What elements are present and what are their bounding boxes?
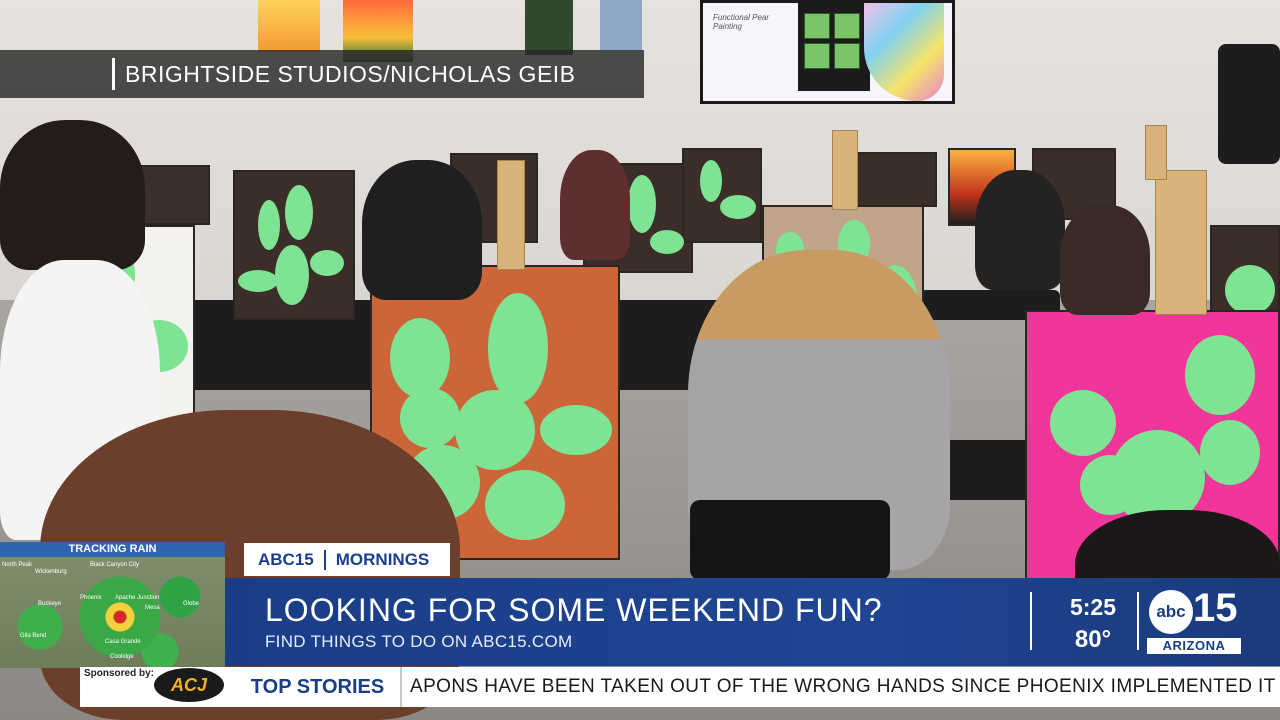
cactus-pad [238,270,278,292]
radar-city: Casa Grande [105,639,141,645]
station-name: ABC15 [258,549,314,569]
canvas [855,152,937,207]
person-painter [362,160,482,300]
show-tab: ABC15 MORNINGS [244,543,450,576]
wall-painting-sailboat [258,0,320,52]
station-logo: abc 15 ARIZONA [1147,586,1241,654]
photo-credit-bar: BRIGHTSIDE STUDIOS/NICHOLAS GEIB [0,50,644,98]
subheadline: FIND THINGS TO DO ON ABC15.COM [265,632,573,651]
easel [1145,125,1167,180]
ticker-crawl-text: APONS HAVE BEEN TAKEN OUT OF THE WRONG H… [410,676,1276,697]
sponsor-label: Sponsored by: [84,668,155,679]
presentation-screen: Functional Pear Painting [700,0,955,104]
wall-painting-blue [600,0,642,50]
lower-third: LOOKING FOR SOME WEEKEND FUN? FIND THING… [225,578,1280,666]
cactus-pad [650,230,684,254]
photo-credit: BRIGHTSIDE STUDIOS/NICHOLAS GEIB [125,60,576,87]
person-painter [1060,205,1150,315]
canvas [682,148,762,243]
radar-city: Coolidge [110,654,134,660]
chair [690,500,890,580]
person-painter [560,150,630,260]
easel [832,130,858,210]
sponsor-logo: ACJ [154,668,224,702]
cactus-pad [1200,420,1260,485]
weather-radar-panel: TRACKING RAIN North Peak Black Canyon Ci… [0,542,225,668]
ticker-section-label: TOP STORIES [250,676,385,698]
radar-city: Globe [183,601,200,607]
ticker-divider [400,667,402,707]
cactus-pad [400,388,460,448]
cactus-pad [285,185,313,240]
credit-divider [112,58,115,90]
radar-city: Gila Bend [20,633,47,639]
screen-artwork [798,3,870,91]
news-ticker: Sponsored by: ACJ TOP STORIES APONS HAVE… [80,667,1280,707]
cactus-pad [1225,265,1275,315]
cactus-pad [720,195,756,219]
clock-time: 5:25 [1069,594,1117,620]
cactus-pad [258,200,280,250]
radar-title: TRACKING RAIN [0,542,225,557]
cactus-pad [485,470,565,540]
cactus-pad [488,293,548,403]
cactus-pad [390,318,450,398]
radar-city: Black Canyon City [90,562,140,568]
cactus-pad [540,405,612,455]
brand-divider [323,549,326,570]
radar-city: Mesa [145,605,160,611]
divider [1137,592,1139,650]
logo-state: ARIZONA [1147,638,1241,654]
cactus-pad [628,175,656,233]
screen-caption: Functional Pear Painting [713,13,770,31]
abc-logo-icon: abc [1149,590,1193,634]
cactus-pad [1050,390,1116,456]
person-painter [975,170,1065,290]
cactus-pad [1080,455,1140,515]
radar-city: Phoenix [80,595,102,601]
show-name: MORNINGS [335,549,430,569]
cactus-pad [310,250,344,276]
divider [1030,592,1032,650]
headline: LOOKING FOR SOME WEEKEND FUN? [265,592,883,628]
cactus-pad [1185,335,1255,415]
easel [497,160,525,270]
temperature: 80° [1074,626,1112,653]
radar-city: Buckeye [38,601,62,607]
channel-number: 15 [1193,586,1238,630]
radar-city: Wickenburg [35,569,67,575]
speaker [1218,44,1280,164]
screen-swirl-art [864,3,944,101]
wall-painting-dark [525,0,573,55]
radar-map: North Peak Black Canyon City Wickenburg … [0,557,225,668]
radar-city: Apache Junction [115,595,160,601]
cactus-pad [275,245,309,305]
easel [1155,170,1207,315]
cactus-pad [700,160,722,202]
radar-city: North Peak [2,562,33,568]
person-standing [0,120,145,270]
canvas [140,165,210,225]
